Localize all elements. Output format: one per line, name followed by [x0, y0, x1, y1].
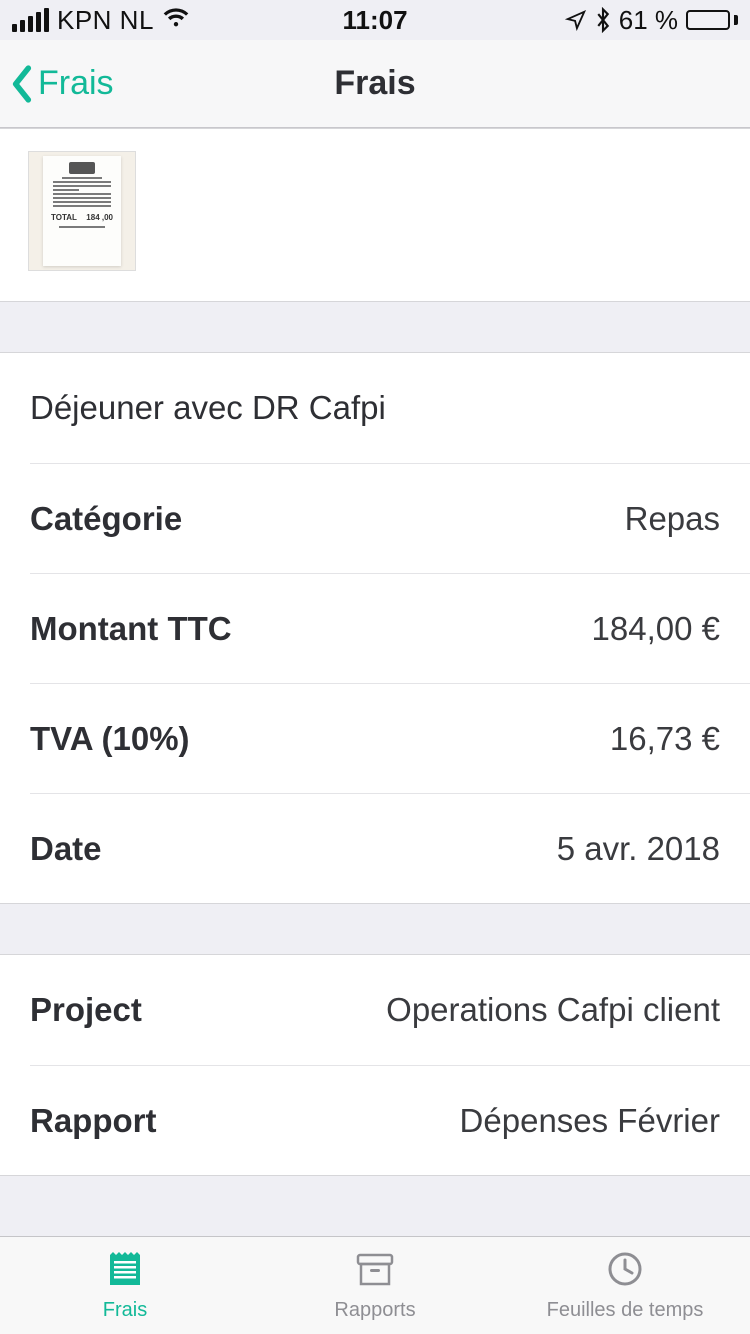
section-gap	[0, 904, 750, 954]
receipt-total-label: TOTAL	[51, 213, 77, 222]
project-row[interactable]: Project Operations Cafpi client	[0, 955, 750, 1065]
back-label: Frais	[38, 64, 114, 103]
tab-expenses-label: Frais	[103, 1299, 147, 1322]
date-row[interactable]: Date 5 avr. 2018	[30, 793, 750, 903]
chevron-left-icon	[10, 65, 34, 103]
status-left: KPN NL	[12, 5, 190, 36]
amount-value: 184,00 €	[592, 610, 720, 648]
receipt-thumbnail[interactable]: TOTAL 184 ,00	[28, 151, 136, 271]
tab-expenses[interactable]: Frais	[0, 1237, 250, 1334]
wifi-icon	[162, 6, 190, 35]
amount-row[interactable]: Montant TTC 184,00 €	[30, 573, 750, 683]
tab-timesheets[interactable]: Feuilles de temps	[500, 1237, 750, 1334]
association-group: Project Operations Cafpi client Rapport …	[0, 954, 750, 1176]
tab-bar: Frais Rapports Feuilles de temps	[0, 1236, 750, 1334]
location-icon	[565, 9, 587, 31]
signal-strength-icon	[12, 8, 49, 32]
report-label: Rapport	[30, 1102, 157, 1140]
amount-label: Montant TTC	[30, 610, 232, 648]
carrier-label: KPN NL	[57, 5, 154, 36]
date-value: 5 avr. 2018	[557, 830, 720, 868]
category-label: Catégorie	[30, 500, 182, 538]
receipt-total-value: 184 ,00	[86, 213, 113, 222]
page-title: Frais	[334, 64, 415, 103]
nav-bar: Frais Frais	[0, 40, 750, 128]
back-button[interactable]: Frais	[0, 64, 114, 103]
status-time: 11:07	[342, 5, 407, 36]
archive-icon	[352, 1249, 398, 1295]
vat-label: TVA (10%)	[30, 720, 190, 758]
tab-reports-label: Rapports	[334, 1299, 415, 1322]
clock-icon	[602, 1249, 648, 1295]
tab-reports[interactable]: Rapports	[250, 1237, 500, 1334]
battery-icon	[686, 10, 738, 30]
expense-title: Déjeuner avec DR Cafpi	[30, 389, 386, 427]
receipt-icon	[102, 1249, 148, 1295]
project-value: Operations Cafpi client	[386, 991, 720, 1029]
category-row[interactable]: Catégorie Repas	[30, 463, 750, 573]
section-gap	[0, 302, 750, 352]
report-value: Dépenses Février	[460, 1102, 720, 1140]
content-scroll[interactable]: TOTAL 184 ,00 Déjeuner avec DR Cafpi Cat…	[0, 128, 750, 1236]
status-bar: KPN NL 11:07 61 %	[0, 0, 750, 40]
vat-value: 16,73 €	[610, 720, 720, 758]
status-right: 61 %	[565, 5, 738, 36]
screen: KPN NL 11:07 61 % Frais Frais	[0, 0, 750, 1334]
attachment-section: TOTAL 184 ,00	[0, 128, 750, 302]
report-row[interactable]: Rapport Dépenses Février	[30, 1065, 750, 1175]
date-label: Date	[30, 830, 102, 868]
expense-details-group: Déjeuner avec DR Cafpi Catégorie Repas M…	[0, 352, 750, 904]
battery-percent: 61 %	[619, 5, 678, 36]
project-label: Project	[30, 991, 142, 1029]
category-value: Repas	[625, 500, 720, 538]
vat-row[interactable]: TVA (10%) 16,73 €	[30, 683, 750, 793]
expense-title-row[interactable]: Déjeuner avec DR Cafpi	[0, 353, 750, 463]
bluetooth-icon	[595, 7, 611, 33]
tab-timesheets-label: Feuilles de temps	[547, 1299, 704, 1322]
